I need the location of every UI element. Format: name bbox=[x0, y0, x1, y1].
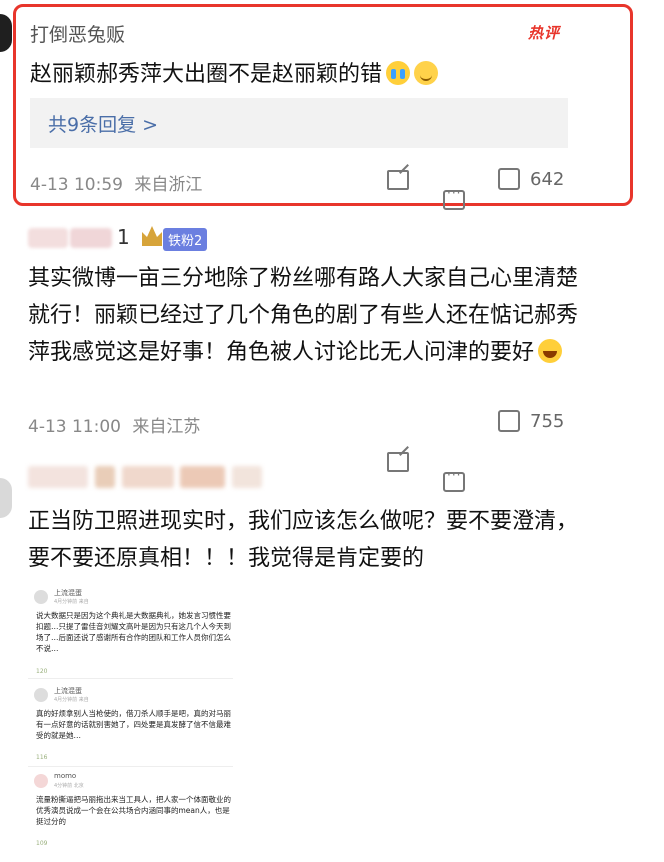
blurred-username bbox=[180, 466, 225, 488]
comment-text-content: 其实微博一亩三分地除了粉丝哪有路人大家自己心里清楚就行！丽颖已经过了几个角色的剧… bbox=[28, 266, 579, 365]
mini-like-count: 109 bbox=[36, 840, 48, 847]
crown-icon bbox=[142, 226, 162, 246]
avatar bbox=[34, 688, 48, 702]
mini-text: 流量粉撕逼把马丽拖出来当工具人，把人家一个体面敬业的优秀演员说成一个会在公共场合… bbox=[36, 795, 231, 826]
blurred-username bbox=[28, 228, 68, 248]
comment-icon[interactable] bbox=[443, 186, 465, 210]
mini-like-count: 120 bbox=[36, 668, 48, 675]
laughing-emoji-icon bbox=[538, 339, 563, 363]
blurred-username bbox=[28, 466, 88, 488]
mini-username: 上流混蛋 bbox=[54, 589, 82, 597]
comment-location: 来自浙江 bbox=[134, 175, 203, 195]
fan-level-badge: 铁粉2 bbox=[163, 228, 208, 251]
comment-text: 赵丽颖郝秀萍大出圈不是赵丽颖的错 bbox=[30, 56, 439, 88]
mini-username: 上流混蛋 bbox=[54, 687, 82, 695]
like-icon[interactable] bbox=[498, 168, 520, 190]
comment-username[interactable]: 打倒恶兔贩 bbox=[30, 20, 125, 47]
like-count[interactable]: 755 bbox=[530, 411, 564, 432]
smile-emoji-icon bbox=[414, 61, 439, 85]
avatar bbox=[34, 590, 48, 604]
share-icon[interactable] bbox=[387, 170, 409, 190]
blurred-username bbox=[70, 228, 112, 248]
divider bbox=[28, 678, 233, 679]
mini-meta: 4分钟前 北京 bbox=[54, 783, 84, 789]
mini-like-count: 116 bbox=[36, 754, 48, 761]
hot-comment-badge: 热评 bbox=[528, 24, 561, 42]
share-icon[interactable] bbox=[387, 452, 409, 472]
blurred-username bbox=[232, 466, 262, 488]
like-count[interactable]: 642 bbox=[530, 169, 564, 190]
comment-icon[interactable] bbox=[443, 468, 465, 492]
comment-location: 来自江苏 bbox=[132, 417, 201, 437]
view-replies-link[interactable]: 共9条回复 > bbox=[48, 110, 158, 137]
comment-text: 其实微博一亩三分地除了粉丝哪有路人大家自己心里清楚就行！丽颖已经过了几个角色的剧… bbox=[28, 260, 588, 371]
mini-username: momo bbox=[54, 772, 77, 780]
blurred-username bbox=[95, 466, 115, 488]
crying-emoji-icon bbox=[386, 61, 411, 85]
mini-text: 说大数据只是因为这个典礼是大数据典礼，她发言习惯性要扣题…只提了雷佳音刘耀文高叶… bbox=[36, 611, 231, 653]
comment-timestamp: 4-13 10:59 bbox=[30, 175, 123, 195]
mini-meta: 4月分钟前 来自 bbox=[54, 599, 89, 605]
avatar bbox=[34, 774, 48, 788]
embedded-screenshot-image[interactable]: 上流混蛋 4月分钟前 来自 说大数据只是因为这个典礼是大数据典礼，她发言习惯性要… bbox=[28, 582, 248, 860]
comment-username[interactable]: 1 bbox=[117, 225, 130, 249]
avatar[interactable] bbox=[0, 14, 12, 52]
comment-timestamp: 4-13 11:00 bbox=[28, 417, 121, 437]
avatar[interactable] bbox=[0, 478, 12, 518]
mini-text: 真的好烦拿别人当枪使的，借刀杀人顺手是吧，真的对马丽有一点好意的话就别害她了，四… bbox=[36, 709, 231, 740]
like-icon[interactable] bbox=[498, 410, 520, 432]
comment-meta: 4-13 10:59 来自浙江 bbox=[30, 170, 202, 195]
comment-text-content: 赵丽颖郝秀萍大出圈不是赵丽颖的错 bbox=[30, 62, 383, 87]
comment-meta: 4-13 11:00 来自江苏 bbox=[28, 412, 200, 437]
mini-meta: 4月分钟前 来自 bbox=[54, 697, 89, 703]
comment-text: 正当防卫照进现实时，我们应该怎么做呢？要不要澄清，要不要还原真相！！！我觉得是肯… bbox=[28, 509, 579, 571]
divider bbox=[28, 766, 233, 767]
blurred-username bbox=[122, 466, 174, 488]
